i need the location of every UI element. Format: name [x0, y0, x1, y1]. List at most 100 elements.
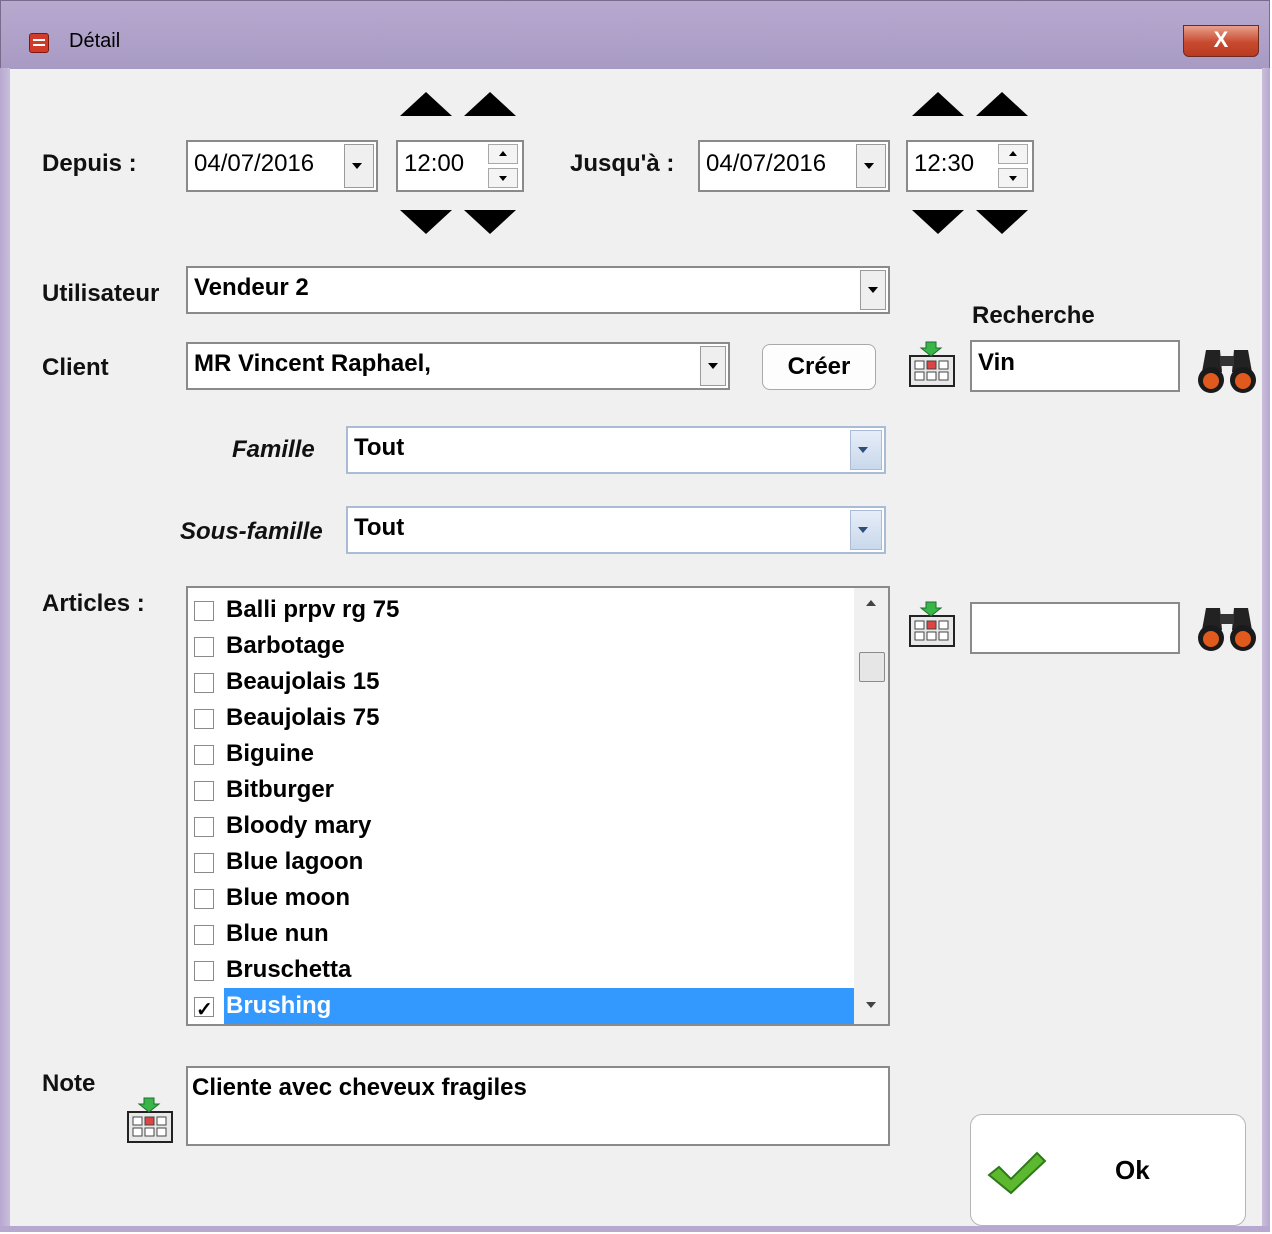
to-hour-up-arrow[interactable] — [912, 92, 964, 116]
list-item-selected[interactable]: Brushing — [192, 988, 856, 1024]
to-time-field[interactable]: 12:30 — [906, 140, 1034, 192]
list-item[interactable]: Beaujolais 75 — [192, 700, 856, 736]
client-label: Client — [42, 354, 109, 381]
item-label: Beaujolais 75 — [226, 704, 380, 731]
item-checkbox[interactable] — [194, 781, 214, 801]
item-checkbox[interactable] — [194, 601, 214, 621]
checkmark-icon — [987, 1151, 1047, 1195]
articles-scrollbar[interactable] — [854, 588, 888, 1024]
from-minute-down-arrow[interactable] — [464, 210, 516, 234]
list-item[interactable]: Bloody mary — [192, 808, 856, 844]
to-date-value: 04/07/2016 — [706, 150, 827, 177]
from-time-spin-down[interactable] — [488, 168, 518, 188]
binoculars-icon[interactable] — [1196, 598, 1258, 652]
subfamily-select[interactable]: Tout — [346, 506, 886, 554]
item-checkbox[interactable] — [194, 961, 214, 981]
create-client-button[interactable]: Créer — [762, 344, 876, 390]
articles-label: Articles : — [42, 590, 145, 617]
to-date-dropdown-button[interactable] — [856, 144, 886, 188]
item-checkbox-checked[interactable] — [194, 992, 214, 1024]
to-time-spinner[interactable] — [998, 144, 1028, 188]
window-frame-bottom — [0, 1226, 1270, 1232]
item-label: Blue nun — [226, 920, 329, 947]
item-checkbox[interactable] — [194, 817, 214, 837]
list-item[interactable]: Bruschetta — [192, 952, 856, 988]
list-item[interactable]: Biguine — [192, 736, 856, 772]
title-bar[interactable]: Détail X — [1, 1, 1269, 69]
ok-label: Ok — [1115, 1155, 1150, 1185]
item-label: Blue moon — [226, 884, 350, 911]
to-date-picker[interactable]: 04/07/2016 — [698, 140, 890, 192]
list-item[interactable]: Balli prpv rg 75 — [192, 592, 856, 628]
client-dropdown-button[interactable] — [700, 346, 726, 386]
from-time-spin-up[interactable] — [488, 144, 518, 164]
to-time-spin-down[interactable] — [998, 168, 1028, 188]
item-label: Bruschetta — [226, 956, 352, 983]
item-label: Bloody mary — [226, 812, 372, 839]
from-time-field[interactable]: 12:00 — [396, 140, 524, 192]
item-checkbox[interactable] — [194, 853, 214, 873]
to-time-value: 12:30 — [914, 150, 975, 177]
window-frame-left — [0, 68, 10, 1232]
client-value: MR Vincent Raphael, — [194, 350, 431, 377]
item-label: Brushing — [224, 988, 856, 1024]
list-item[interactable]: Blue nun — [192, 916, 856, 952]
item-checkbox[interactable] — [194, 889, 214, 909]
list-item[interactable]: Barbotage — [192, 628, 856, 664]
list-item[interactable]: Blue lagoon — [192, 844, 856, 880]
from-date-value: 04/07/2016 — [194, 150, 315, 177]
list-item[interactable]: Blue moon — [192, 880, 856, 916]
user-select[interactable]: Vendeur 2 — [186, 266, 890, 314]
keyboard-icon[interactable] — [904, 600, 958, 652]
item-checkbox[interactable] — [194, 745, 214, 765]
to-minute-down-arrow[interactable] — [976, 210, 1028, 234]
item-label: Biguine — [226, 740, 314, 767]
scroll-down-button[interactable] — [854, 994, 888, 1024]
to-time-spin-up[interactable] — [998, 144, 1028, 164]
from-date-picker[interactable]: 04/07/2016 — [186, 140, 378, 192]
list-item[interactable]: Bitburger — [192, 772, 856, 808]
item-checkbox[interactable] — [194, 637, 214, 657]
keyboard-icon[interactable] — [904, 340, 958, 392]
keyboard-icon[interactable] — [122, 1096, 176, 1148]
scroll-thumb[interactable] — [859, 652, 885, 682]
from-date-dropdown-button[interactable] — [344, 144, 374, 188]
app-icon — [29, 33, 49, 53]
window-title: Détail — [69, 30, 121, 52]
article-search-input[interactable] — [970, 602, 1180, 654]
client-select[interactable]: MR Vincent Raphael, — [186, 342, 730, 390]
family-select[interactable]: Tout — [346, 426, 886, 474]
articles-list[interactable]: Balli prpv rg 75 Barbotage Beaujolais 15… — [186, 586, 890, 1026]
user-dropdown-button[interactable] — [860, 270, 886, 310]
note-textarea[interactable]: Cliente avec cheveux fragiles — [186, 1066, 890, 1146]
from-label: Depuis : — [42, 150, 137, 177]
binoculars-icon[interactable] — [1196, 340, 1258, 394]
to-label: Jusqu'à : — [570, 150, 675, 177]
client-search-value: Vin — [978, 349, 1015, 376]
item-checkbox[interactable] — [194, 673, 214, 693]
from-hour-down-arrow[interactable] — [400, 210, 452, 234]
close-button[interactable]: X — [1183, 25, 1259, 57]
family-dropdown-button[interactable] — [850, 430, 882, 470]
family-value: Tout — [354, 434, 405, 461]
item-label: Bitburger — [226, 776, 334, 803]
item-label: Beaujolais 15 — [226, 668, 380, 695]
from-hour-up-arrow[interactable] — [400, 92, 452, 116]
scroll-up-button[interactable] — [854, 588, 888, 618]
ok-button[interactable]: Ok — [970, 1114, 1246, 1226]
client-search-input[interactable]: Vin — [970, 340, 1180, 392]
to-hour-down-arrow[interactable] — [912, 210, 964, 234]
item-checkbox[interactable] — [194, 925, 214, 945]
to-minute-up-arrow[interactable] — [976, 92, 1028, 116]
subfamily-dropdown-button[interactable] — [850, 510, 882, 550]
item-checkbox[interactable] — [194, 709, 214, 729]
from-time-spinner[interactable] — [488, 144, 518, 188]
from-time-value: 12:00 — [404, 150, 465, 177]
user-value: Vendeur 2 — [194, 274, 309, 301]
list-item[interactable]: Beaujolais 15 — [192, 664, 856, 700]
note-value: Cliente avec cheveux fragiles — [192, 1074, 527, 1101]
window-frame-right — [1262, 68, 1270, 1232]
user-label: Utilisateur — [42, 280, 160, 307]
family-label: Famille — [232, 436, 315, 463]
from-minute-up-arrow[interactable] — [464, 92, 516, 116]
